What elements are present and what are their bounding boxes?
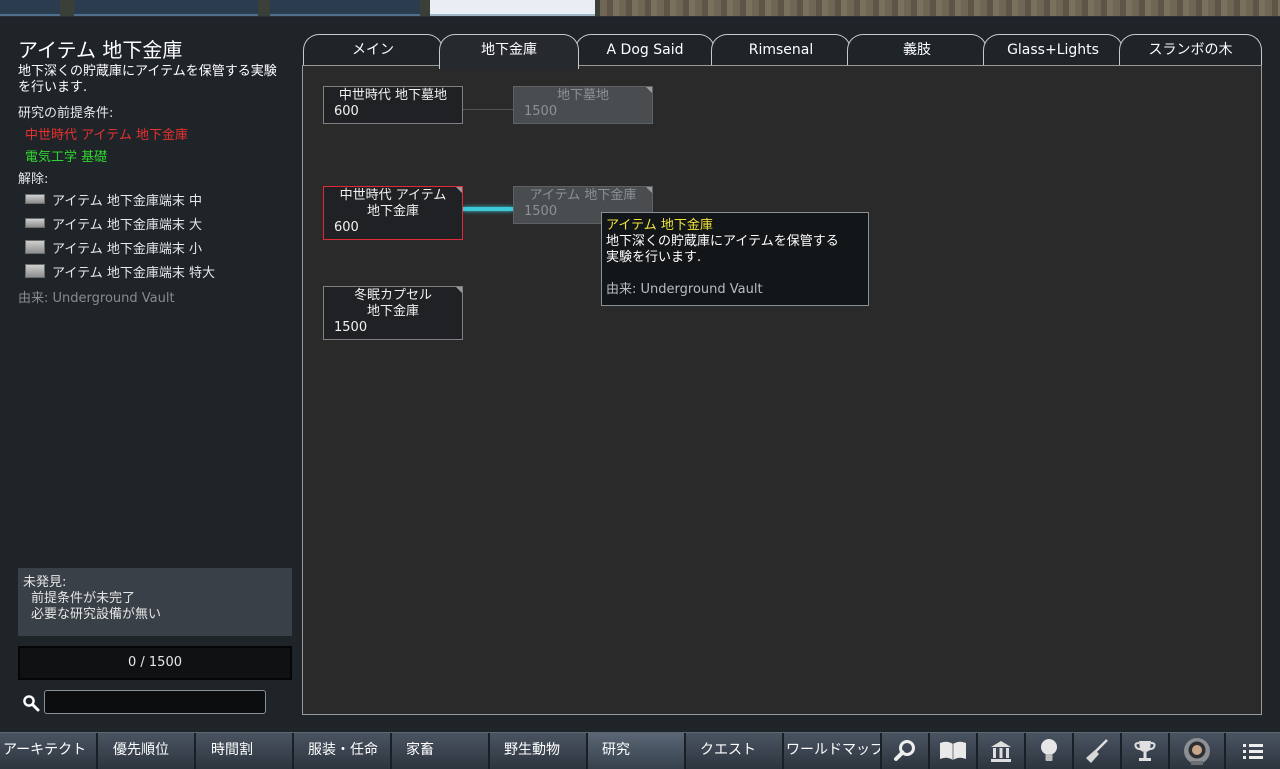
menu-list-icon[interactable] [1226, 733, 1280, 769]
node-corner-marker [456, 187, 462, 193]
node-label: 冬眠カプセル 地下金庫 [353, 288, 432, 319]
tab-slumbo-tree[interactable]: スランボの木 [1119, 34, 1262, 68]
research-tooltip: アイテム 地下金庫 地下深くの貯蔵庫にアイテムを保管する 実験を行います. 由来… [601, 212, 869, 306]
node-cost: 1500 [334, 320, 368, 335]
search-icon [23, 695, 40, 712]
map-tile [0, 0, 60, 16]
research-source: 由来: Underground Vault [18, 291, 175, 306]
quests-button[interactable]: クエスト [686, 733, 784, 769]
tooltip-source: 由来: Underground Vault [606, 282, 763, 297]
unlock-item[interactable]: アイテム 地下金庫端末 中 [25, 190, 202, 209]
unlock-item-label: アイテム 地下金庫端末 大 [52, 217, 202, 233]
research-node[interactable]: 冬眠カプセル 地下金庫 1500 [323, 286, 463, 340]
tab-glass-lights[interactable]: Glass+Lights [983, 34, 1123, 68]
status-title: 未発見: [23, 575, 67, 590]
prerequisites-label: 研究の前提条件: [18, 106, 114, 121]
research-title: アイテム 地下金庫 [18, 38, 183, 62]
map-tile [74, 0, 258, 16]
vault-terminal-icon [25, 264, 45, 278]
astronaut-helmet-icon[interactable] [1170, 733, 1226, 769]
vault-terminal-icon [25, 240, 45, 254]
unlock-item-label: アイテム 地下金庫端末 中 [52, 193, 202, 209]
research-node[interactable]: 地下墓地 1500 [513, 86, 653, 124]
tooltip-title: アイテム 地下金庫 [606, 218, 713, 233]
prerequisite-item[interactable]: 中世時代 アイテム 地下金庫 [25, 124, 188, 143]
lightbulb-icon[interactable] [1026, 733, 1074, 769]
tooltip-description: 地下深くの貯蔵庫にアイテムを保管する [606, 234, 839, 249]
vault-terminal-icon [25, 218, 45, 228]
unlock-item[interactable]: アイテム 地下金庫端末 特大 [25, 262, 215, 281]
status-line: 前提条件が未完了 [31, 591, 136, 606]
map-tile [430, 0, 595, 16]
priorities-button[interactable]: 優先順位 [98, 733, 196, 769]
world-map-button[interactable]: ワールドマップ [784, 733, 882, 769]
book-icon[interactable] [930, 733, 978, 769]
tree-link-active [463, 207, 513, 211]
research-tree: 中世時代 地下墓地 600 地下墓地 1500 中世時代 アイテム 地下金庫 6… [302, 65, 1262, 715]
wildlife-button[interactable]: 野生動物 [490, 733, 588, 769]
assign-button[interactable]: 服装・任命 [294, 733, 392, 769]
unlocks-label: 解除: [18, 172, 49, 187]
research-progress: 0 / 1500 [18, 646, 292, 680]
unlock-item-label: アイテム 地下金庫端末 小 [52, 241, 202, 257]
node-label: 地下墓地 [556, 88, 609, 103]
bottom-toolbar: アーキテクト 優先順位 時間割 服装・任命 家畜 野生動物 研究 クエスト ワー… [0, 732, 1280, 769]
node-corner-marker [456, 287, 462, 293]
schedule-button[interactable]: 時間割 [196, 733, 294, 769]
prerequisite-item[interactable]: 電気工学 基礎 [25, 146, 107, 165]
research-button[interactable]: 研究 [588, 733, 686, 769]
broom-icon[interactable] [1074, 733, 1122, 769]
research-node[interactable]: 中世時代 アイテム 地下金庫 600 [323, 186, 463, 240]
animals-button[interactable]: 家畜 [392, 733, 490, 769]
tooltip-description: 実験を行います. [606, 250, 702, 265]
unlock-item[interactable]: アイテム 地下金庫端末 大 [25, 214, 202, 233]
tab-prosthetics[interactable]: 義肢 [847, 34, 987, 68]
map-tile [270, 0, 420, 16]
architect-button[interactable]: アーキテクト [0, 733, 98, 769]
node-cost: 600 [334, 220, 359, 235]
node-label: アイテム 地下金庫 [529, 188, 637, 203]
status-box: 未発見: 前提条件が未完了 必要な研究設備が無い [18, 568, 292, 636]
tree-link [463, 109, 513, 110]
tab-a-dog-said[interactable]: A Dog Said [575, 34, 715, 68]
magnifier-icon[interactable] [882, 733, 930, 769]
map-rock-terrain [600, 0, 1280, 16]
vault-terminal-icon [25, 194, 45, 204]
tab-underground-vault[interactable]: 地下金庫 [439, 34, 579, 69]
research-node[interactable]: 中世時代 地下墓地 600 [323, 86, 463, 124]
node-label: 中世時代 アイテム 地下金庫 [339, 188, 447, 219]
bank-icon[interactable] [978, 733, 1026, 769]
node-cost: 600 [334, 104, 359, 119]
node-corner-marker [646, 187, 652, 193]
unlock-item-label: アイテム 地下金庫端末 特大 [52, 265, 215, 281]
unlock-item[interactable]: アイテム 地下金庫端末 小 [25, 238, 202, 257]
node-corner-marker [646, 87, 652, 93]
search-input[interactable] [44, 690, 266, 714]
node-label: 中世時代 地下墓地 [338, 88, 448, 103]
tab-rimsenal[interactable]: Rimsenal [711, 34, 851, 68]
tab-main[interactable]: メイン [303, 34, 443, 68]
status-line: 必要な研究設備が無い [31, 607, 162, 622]
research-description: 地下深くの貯蔵庫にアイテムを保管する実験を行います. [18, 64, 277, 95]
node-cost: 1500 [524, 104, 558, 119]
game-world-strip [0, 0, 1280, 16]
trophy-icon[interactable] [1122, 733, 1170, 769]
